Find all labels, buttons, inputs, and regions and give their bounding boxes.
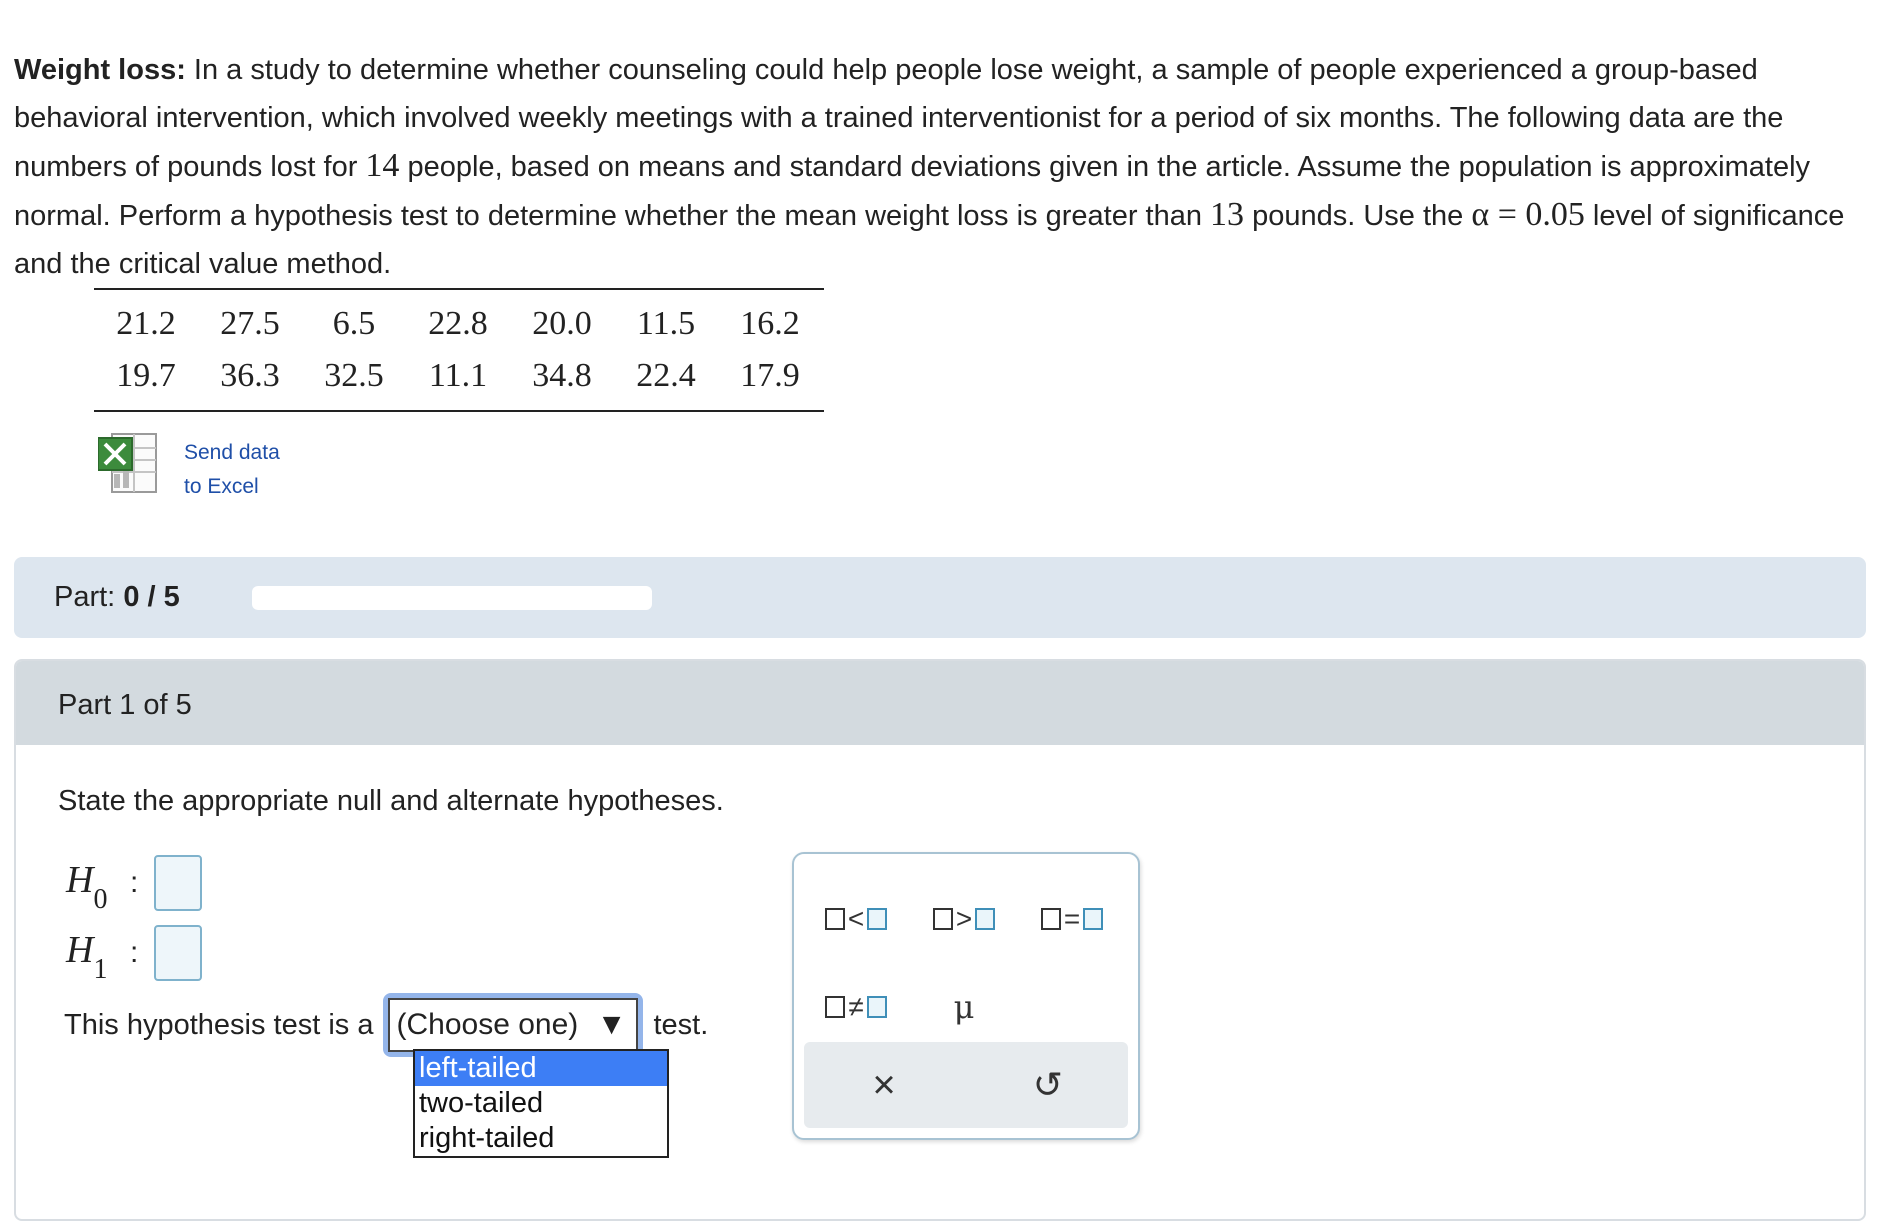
table-cell: 34.8 — [532, 357, 592, 394]
send-to-excel-label-line2[interactable]: to Excel — [184, 470, 280, 504]
test-type-select-focus-ring: (Choose one) ▼ — [383, 993, 644, 1057]
table-row: 19.7 36.3 32.5 11.1 34.8 22.4 17.9 — [94, 350, 824, 402]
table-cell: 17.9 — [740, 357, 800, 394]
placeholder-box-icon — [1083, 908, 1104, 930]
math-symbol-palette: < > = ≠ μ × ↺ — [792, 852, 1140, 1140]
placeholder-box-icon — [867, 908, 888, 930]
test-type-dropdown-list: left-tailed two-tailed right-tailed — [413, 1049, 669, 1158]
table-cell: 20.0 — [532, 305, 592, 342]
part-header: Part 1 of 5 — [16, 661, 1864, 745]
test-type-select-value: (Choose one) — [396, 1008, 579, 1041]
part-header-title: Part 1 of 5 — [58, 689, 192, 721]
question-instruction: State the appropriate null and alternate… — [58, 785, 724, 817]
send-to-excel-link[interactable]: Send data to Excel — [184, 436, 280, 504]
option-two-tailed[interactable]: two-tailed — [415, 1086, 667, 1121]
table-cell: 27.5 — [220, 305, 280, 342]
option-right-tailed[interactable]: right-tailed — [415, 1121, 667, 1156]
part-progress-prefix: Part: — [54, 581, 116, 613]
placeholder-box-icon — [975, 908, 996, 930]
placeholder-box-icon — [932, 908, 953, 930]
part-progress-label: Part: 0 / 5 — [54, 581, 180, 614]
progress-track — [252, 586, 652, 610]
mu-button[interactable]: μ — [924, 982, 1004, 1032]
part-progress-value: 0 / 5 — [123, 581, 180, 613]
mu-symbol: μ — [953, 988, 975, 1026]
significance-level: α = 0.05 — [1471, 196, 1585, 233]
placeholder-box-icon — [1040, 908, 1061, 930]
test-type-sentence: This hypothesis test is a (Choose one) ▼… — [64, 993, 708, 1057]
table-cell: 19.7 — [116, 357, 176, 394]
placeholder-box-icon — [824, 908, 845, 930]
alternate-hypothesis-colon: : — [130, 936, 139, 969]
dropdown-arrow-icon: ▼ — [596, 1008, 627, 1041]
palette-actions: × ↺ — [804, 1042, 1128, 1128]
table-cell: 11.1 — [428, 357, 488, 394]
alternate-hypothesis-symbol: H1 — [66, 928, 108, 986]
table-cell: 6.5 — [332, 305, 376, 342]
part-progress-bar: Part: 0 / 5 — [14, 557, 1866, 638]
alternate-hypothesis-row: H1 : — [66, 925, 203, 986]
problem-statement: Weight loss: In a study to determine whe… — [14, 46, 1864, 288]
null-hypothesis-input[interactable] — [154, 855, 203, 911]
test-type-suffix: test. — [653, 1008, 709, 1041]
clear-button[interactable]: × — [844, 1060, 924, 1110]
table-cell: 21.2 — [116, 305, 176, 342]
close-icon: × — [872, 1062, 896, 1107]
less-than-button[interactable]: < — [816, 894, 896, 944]
not-equal-button[interactable]: ≠ — [816, 982, 896, 1032]
problem-title: Weight loss: — [14, 54, 186, 86]
hypothesized-mean: 13 — [1210, 196, 1245, 233]
send-to-excel-label-line1[interactable]: Send data — [184, 436, 280, 470]
table-cell: 36.3 — [220, 357, 280, 394]
undo-button[interactable]: ↺ — [1008, 1060, 1088, 1110]
undo-icon: ↺ — [1032, 1064, 1064, 1105]
null-hypothesis-symbol: H0 — [66, 858, 108, 916]
greater-than-button[interactable]: > — [924, 894, 1004, 944]
data-table: 21.2 27.5 6.5 22.8 20.0 11.5 16.2 19.7 3… — [94, 288, 824, 412]
placeholder-box-icon — [866, 996, 887, 1018]
table-row: 21.2 27.5 6.5 22.8 20.0 11.5 16.2 — [94, 298, 824, 350]
problem-text-3: pounds. Use the — [1244, 200, 1472, 232]
excel-spreadsheet-icon[interactable] — [97, 432, 162, 494]
table-cell: 16.2 — [740, 305, 800, 342]
table-cell: 22.4 — [636, 357, 696, 394]
sample-size: 14 — [365, 147, 400, 184]
placeholder-box-icon — [825, 996, 846, 1018]
test-type-select[interactable]: (Choose one) ▼ — [388, 998, 639, 1052]
table-cell: 22.8 — [428, 305, 488, 342]
table-cell: 32.5 — [324, 357, 384, 394]
alternate-hypothesis-input[interactable] — [154, 925, 203, 981]
null-hypothesis-colon: : — [130, 866, 139, 899]
null-hypothesis-row: H0 : — [66, 855, 203, 916]
option-left-tailed[interactable]: left-tailed — [415, 1051, 667, 1086]
equals-button[interactable]: = — [1032, 894, 1112, 944]
send-to-excel[interactable]: Send data to Excel — [97, 432, 280, 504]
table-cell: 11.5 — [636, 305, 696, 342]
test-type-prefix: This hypothesis test is a — [64, 1008, 374, 1041]
